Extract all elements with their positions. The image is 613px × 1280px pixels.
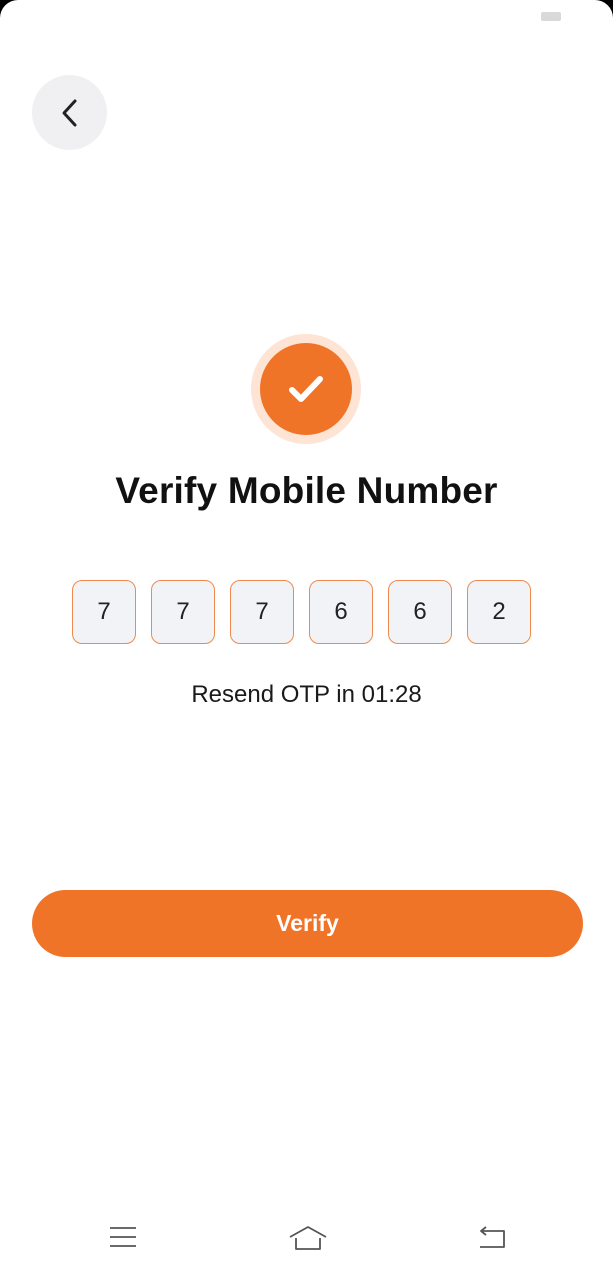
otp-digit-1[interactable]: 7 <box>72 580 136 644</box>
chevron-left-icon <box>62 99 76 126</box>
home-icon[interactable] <box>288 1224 328 1252</box>
back-icon[interactable] <box>476 1224 508 1250</box>
otp-digit-6[interactable]: 2 <box>467 580 531 644</box>
otp-digit-4[interactable]: 6 <box>309 580 373 644</box>
success-badge-inner <box>260 343 352 435</box>
otp-input-group: 7 7 7 6 6 2 <box>72 580 531 644</box>
menu-icon[interactable] <box>108 1224 138 1250</box>
page-title: Verify Mobile Number <box>115 470 498 511</box>
verify-screen: Verify Mobile Number 7 7 7 6 6 2 Resend … <box>0 0 613 1280</box>
battery-icon <box>541 12 561 21</box>
resend-otp-timer: Resend OTP in 01:28 <box>191 681 422 708</box>
system-nav-bar <box>0 1200 613 1280</box>
otp-digit-5[interactable]: 6 <box>388 580 452 644</box>
otp-digit-3[interactable]: 7 <box>230 580 294 644</box>
back-button[interactable] <box>32 75 107 150</box>
otp-digit-2[interactable]: 7 <box>151 580 215 644</box>
verify-button[interactable]: Verify <box>32 890 583 957</box>
success-badge <box>251 334 361 444</box>
check-icon <box>289 376 323 402</box>
